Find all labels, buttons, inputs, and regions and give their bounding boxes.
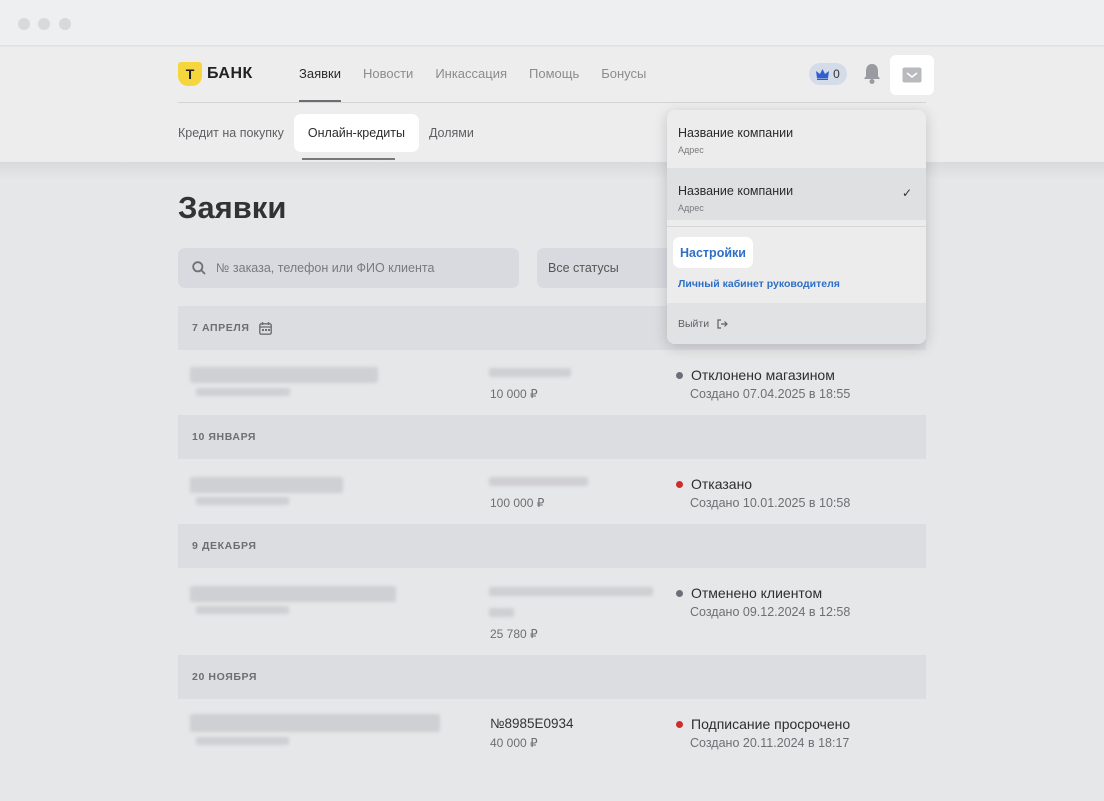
- nav-item-news[interactable]: Новости: [363, 66, 413, 81]
- status-text: Отклонено магазином: [691, 367, 835, 383]
- window-close-dot[interactable]: [18, 18, 30, 30]
- subnav-installments[interactable]: Долями: [419, 114, 484, 152]
- order-amount: 40 000 ₽: [490, 736, 538, 750]
- header-divider: [178, 102, 926, 103]
- account-dropdown: Название компании Адрес Название компани…: [667, 110, 926, 344]
- table-row[interactable]: 100 000 ₽ Отказано Создано 10.01.2025 в …: [178, 459, 926, 524]
- blurred-order-info: [489, 368, 571, 377]
- status-dot-icon: [676, 480, 683, 488]
- company-address: Адрес: [678, 203, 704, 213]
- date-group-header: 20 НОЯБРЯ: [178, 655, 926, 699]
- logo-text: БАНК: [207, 65, 253, 82]
- order-amount: 10 000 ₽: [490, 387, 538, 401]
- status-filter-select[interactable]: Все статусы: [537, 248, 677, 288]
- blurred-client-name: [190, 367, 378, 383]
- status-badge: Подписание просрочено: [676, 716, 850, 732]
- status-badge: Отменено клиентом: [676, 585, 822, 601]
- blurred-client-phone: [196, 606, 289, 614]
- checkmark-icon: ✓: [901, 186, 912, 200]
- blurred-client-name: [190, 477, 343, 493]
- company-name: Название компании: [678, 184, 794, 198]
- crown-icon: [816, 68, 830, 80]
- created-date: Создано 10.01.2025 в 10:58: [690, 496, 851, 510]
- status-text: Отказано: [691, 476, 753, 492]
- status-dot-icon: [676, 589, 683, 597]
- date-group-header: 9 ДЕКАБРЯ: [178, 524, 926, 568]
- blurred-order-info: [489, 587, 653, 596]
- search-input[interactable]: № заказа, телефон или ФИО клиента: [178, 248, 519, 288]
- status-badge: Отказано: [676, 476, 752, 492]
- date-label: 7 АПРЕЛЯ: [192, 322, 250, 334]
- window-minimize-dot[interactable]: [38, 18, 50, 30]
- order-amount: 25 780 ₽: [490, 627, 538, 641]
- inbox-icon: [902, 67, 922, 83]
- bank-logo[interactable]: Т БАНК: [178, 62, 253, 86]
- dropdown-divider: [667, 226, 926, 227]
- company-address: Адрес: [678, 145, 704, 155]
- date-label: 20 НОЯБРЯ: [192, 671, 257, 683]
- company-option[interactable]: Название компании Адрес: [667, 110, 926, 162]
- search-placeholder: № заказа, телефон или ФИО клиента: [216, 261, 435, 275]
- window-zoom-dot[interactable]: [59, 18, 71, 30]
- window-titlebar: [0, 0, 1104, 46]
- created-date: Создано 09.12.2024 в 12:58: [690, 605, 851, 619]
- search-icon: [192, 261, 206, 275]
- settings-link[interactable]: Настройки: [673, 237, 753, 268]
- nav-item-bonuses[interactable]: Бонусы: [601, 66, 646, 81]
- bonus-count: 0: [833, 67, 840, 81]
- nav-item-help[interactable]: Помощь: [529, 66, 579, 81]
- created-date: Создано 20.11.2024 в 18:17: [690, 736, 850, 750]
- main-nav: Заявки Новости Инкассация Помощь Бонусы: [299, 66, 668, 102]
- blurred-client-name: [190, 714, 440, 732]
- status-text: Подписание просрочено: [691, 716, 851, 732]
- subnav-active-underline: [302, 158, 395, 160]
- status-dot-icon: [676, 371, 683, 379]
- blurred-client-phone: [196, 388, 290, 396]
- subnav-purchase-credit[interactable]: Кредит на покупку: [178, 114, 294, 152]
- blurred-order-info: [489, 608, 514, 617]
- nav-item-requests[interactable]: Заявки: [299, 66, 341, 102]
- order-amount: 100 000 ₽: [490, 496, 545, 510]
- created-date: Создано 07.04.2025 в 18:55: [690, 387, 851, 401]
- date-label: 9 ДЕКАБРЯ: [192, 540, 257, 552]
- company-option-selected[interactable]: Название компании Адрес ✓: [667, 168, 926, 220]
- order-number: №8985E0934: [490, 716, 574, 731]
- blurred-client-name: [190, 586, 396, 602]
- status-text: Отменено клиентом: [691, 585, 823, 601]
- notifications-button[interactable]: [862, 63, 882, 85]
- table-row[interactable]: 25 780 ₽ Отменено клиентом Создано 09.12…: [178, 568, 926, 655]
- account-menu-button[interactable]: [890, 55, 934, 95]
- bonus-badge[interactable]: 0: [809, 63, 847, 85]
- logout-button[interactable]: Выйти: [667, 303, 926, 344]
- logout-label: Выйти: [678, 317, 710, 330]
- status-badge: Отклонено магазином: [676, 367, 835, 383]
- bell-icon: [864, 64, 880, 84]
- status-dot-icon: [676, 720, 683, 728]
- manager-cabinet-link[interactable]: Личный кабинет руководителя: [678, 278, 840, 290]
- date-label: 10 ЯНВАРЯ: [192, 431, 257, 443]
- logo-shield-icon: Т: [178, 62, 202, 86]
- subnav-online-credits[interactable]: Онлайн-кредиты: [293, 114, 419, 152]
- nav-item-collection[interactable]: Инкассация: [435, 66, 507, 81]
- blurred-order-info: [489, 477, 588, 486]
- table-row[interactable]: 10 000 ₽ Отклонено магазином Создано 07.…: [178, 350, 926, 415]
- blurred-client-phone: [196, 737, 289, 745]
- blurred-client-phone: [196, 497, 289, 505]
- company-name: Название компании: [678, 126, 794, 140]
- app-header: [0, 47, 1104, 162]
- table-row[interactable]: №8985E0934 40 000 ₽ Подписание просрочен…: [178, 699, 926, 765]
- sub-nav: Кредит на покупку Онлайн-кредиты Долями: [178, 114, 484, 152]
- header-shadow: [0, 162, 1104, 180]
- calendar-icon[interactable]: [259, 321, 273, 335]
- logout-icon: [717, 318, 728, 329]
- page-title: Заявки: [178, 190, 287, 225]
- date-group-header: 10 ЯНВАРЯ: [178, 415, 926, 459]
